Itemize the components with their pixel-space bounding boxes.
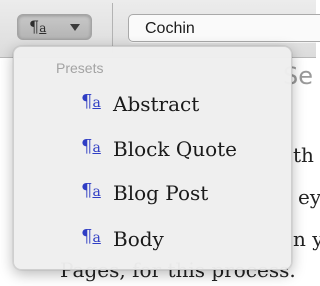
preset-item-blog-post[interactable]: ¶a Blog Post bbox=[14, 172, 291, 214]
paragraph-style-icon: ¶a bbox=[81, 180, 101, 201]
paragraph-style-popup-button[interactable]: ¶a bbox=[17, 14, 92, 40]
preset-item-label: Blog Post bbox=[113, 181, 209, 205]
document-text-line: n y bbox=[293, 227, 320, 251]
font-family-field[interactable]: Cochin bbox=[128, 14, 320, 42]
presets-menu: Presets ¶a Abstract ¶a Block Quote ¶a Bl… bbox=[13, 46, 292, 270]
preset-item-block-quote[interactable]: ¶a Block Quote bbox=[14, 128, 291, 170]
document-text-line: th bbox=[293, 143, 314, 167]
font-family-value: Cochin bbox=[145, 20, 195, 37]
chevron-down-icon bbox=[70, 24, 80, 31]
paragraph-style-icon: ¶a bbox=[29, 17, 47, 36]
paragraph-style-icon: ¶a bbox=[81, 226, 101, 247]
presets-header: Presets bbox=[56, 60, 104, 76]
preset-item-body[interactable]: ¶a Body bbox=[14, 218, 291, 260]
paragraph-style-icon: ¶a bbox=[81, 91, 101, 112]
preset-item-abstract[interactable]: ¶a Abstract bbox=[14, 83, 291, 125]
paragraph-style-icon: ¶a bbox=[81, 136, 101, 157]
preset-item-label: Block Quote bbox=[113, 137, 238, 161]
document-text-line: ey bbox=[298, 185, 320, 209]
preset-item-label: Body bbox=[113, 227, 164, 251]
preset-item-label: Abstract bbox=[113, 92, 200, 116]
